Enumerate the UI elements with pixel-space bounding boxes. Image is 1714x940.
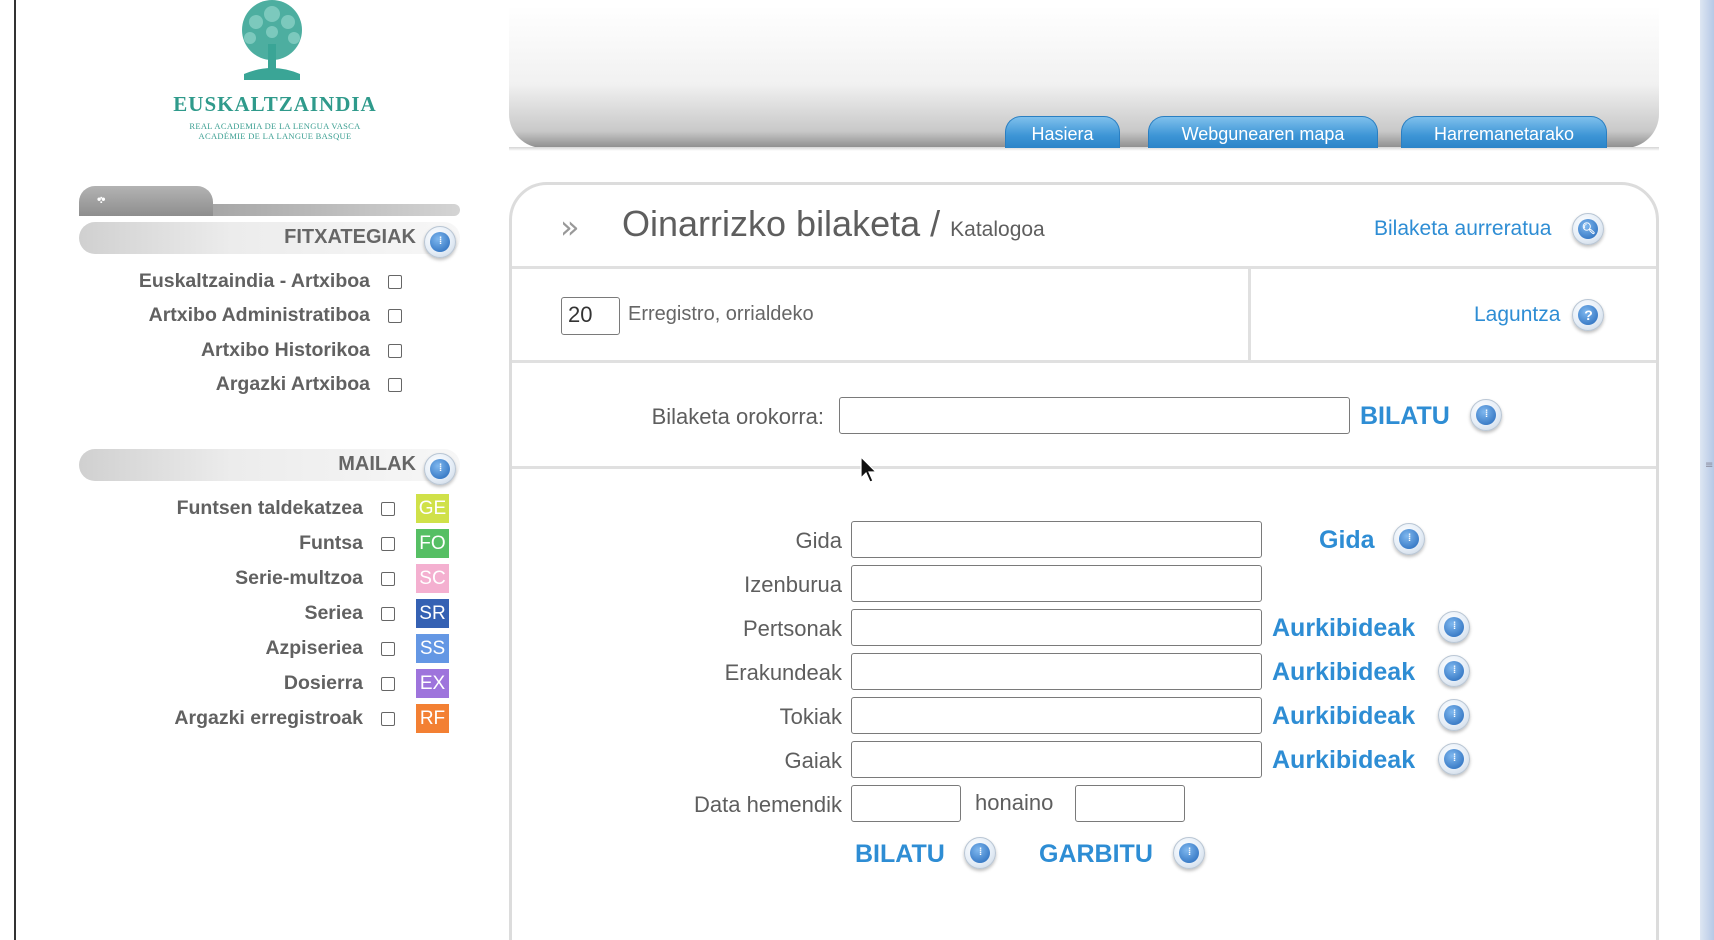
sidebar-tab-dots-icon: •:•	[97, 192, 106, 206]
maila-label-ex: Dosierra	[283, 672, 363, 694]
gida-info-icon[interactable]: ⁞	[1393, 523, 1425, 555]
records-per-page-input[interactable]: 20	[561, 297, 620, 335]
date-to-label: honaino	[975, 790, 1054, 815]
fitxategi-label-argazki: Argazki Artxiboa	[215, 373, 370, 395]
maila-label-rf: Argazki erregistroak	[174, 707, 363, 729]
sidebar-tab[interactable]: •:•	[79, 186, 213, 216]
magnifier-icon[interactable]: 🔍︎	[1572, 213, 1604, 245]
page-title: Oinarrizko bilaketa / Katalogoa	[622, 203, 1045, 245]
field-input-erakundeak[interactable]	[851, 653, 1262, 690]
fitxategi-label-administratiboa: Artxibo Administratiboa	[148, 304, 370, 326]
maila-badge-ss: SS	[416, 634, 449, 663]
maila-label-sr: Seriea	[304, 602, 363, 624]
field-input-gaiak[interactable]	[851, 741, 1262, 778]
gaiak-index-link[interactable]: Aurkibideak	[1272, 746, 1415, 775]
panel-divider-2	[512, 360, 1656, 363]
nav-tab-webgunearen-mapa[interactable]: Webgunearen mapa	[1148, 116, 1378, 148]
field-label-gida: Gida	[795, 528, 842, 553]
general-search-label: Bilaketa orokorra:	[651, 404, 824, 429]
garbitu-button[interactable]: GARBITU	[1039, 840, 1153, 869]
maila-checkbox-ss[interactable]	[381, 642, 395, 656]
panel-divider-1	[512, 266, 1656, 269]
maila-checkbox-rf[interactable]	[381, 712, 395, 726]
date-from-label: Data hemendik	[694, 792, 842, 817]
date-from-input[interactable]	[851, 785, 961, 822]
field-label-pertsonak: Pertsonak	[742, 616, 842, 641]
tokiak-info-icon[interactable]: ⁞	[1438, 699, 1470, 731]
mailak-info-icon[interactable]: ⁞	[424, 453, 456, 485]
maila-label-ss: Azpiseriea	[265, 637, 363, 659]
panel-divider-3	[512, 466, 1656, 469]
search-panel	[509, 182, 1659, 940]
mailak-title: MAILAK	[338, 453, 416, 475]
maila-label-ge: Funtsen taldekatzea	[176, 497, 363, 519]
bilatu-icon[interactable]: ⁞	[964, 837, 996, 869]
advanced-search-link[interactable]: Bilaketa aurreratua	[1374, 217, 1551, 241]
date-to-input[interactable]	[1075, 785, 1185, 822]
maila-badge-ex: EX	[416, 669, 449, 698]
maila-checkbox-sr[interactable]	[381, 607, 395, 621]
title-arrow-icon: »	[560, 208, 580, 246]
fitxategi-checkbox-argazki[interactable]	[388, 378, 402, 392]
field-label-gaiak: Gaiak	[784, 748, 842, 773]
mouse-cursor-icon	[860, 456, 878, 483]
fitxategi-checkbox-euskaltzaindia[interactable]	[388, 275, 402, 289]
nav-tab-hasiera[interactable]: Hasiera	[1005, 116, 1120, 148]
field-label-tokiak: Tokiak	[779, 704, 842, 729]
gaiak-info-icon[interactable]: ⁞	[1438, 743, 1470, 775]
maila-checkbox-ex[interactable]	[381, 677, 395, 691]
pertsonak-index-link[interactable]: Aurkibideak	[1272, 614, 1415, 643]
maila-checkbox-fo[interactable]	[381, 537, 395, 551]
tokiak-index-link[interactable]: Aurkibideak	[1272, 702, 1415, 731]
maila-badge-fo: FO	[416, 529, 449, 558]
logo-name: EUSKALTZAINDIA	[173, 92, 377, 116]
fitxategi-checkbox-administratiboa[interactable]	[388, 309, 402, 323]
logo-subtitle-fr: ACADÉMIE DE LA LANGUE BASQUE	[198, 131, 352, 141]
maila-badge-sc: SC	[416, 564, 449, 593]
maila-checkbox-sc[interactable]	[381, 572, 395, 586]
help-icon[interactable]: ?	[1572, 299, 1604, 331]
fitxategiak-info-icon[interactable]: ⁞	[424, 226, 456, 258]
logo-subtitle-es: REAL ACADEMIA DE LA LENGUA VASCA	[189, 121, 361, 131]
maila-badge-sr: SR	[416, 599, 449, 628]
field-label-izenburua: Izenburua	[744, 572, 842, 597]
bilatu-button[interactable]: BILATU	[855, 840, 945, 869]
general-search-button[interactable]: BILATU	[1360, 402, 1450, 431]
field-input-pertsonak[interactable]	[851, 609, 1262, 646]
maila-badge-rf: RF	[416, 704, 449, 733]
help-link[interactable]: Laguntza	[1474, 303, 1560, 327]
field-input-tokiak[interactable]	[851, 697, 1262, 734]
pertsonak-info-icon[interactable]: ⁞	[1438, 611, 1470, 643]
fitxategi-label-euskaltzaindia: Euskaltzaindia - Artxiboa	[138, 270, 370, 292]
fitxategiak-title: FITXATEGIAK	[284, 226, 416, 248]
maila-label-sc: Serie-multzoa	[235, 567, 363, 589]
panel-vdivider	[1248, 269, 1251, 361]
logo-tree-icon	[242, 0, 302, 80]
garbitu-icon[interactable]: ⁞	[1173, 837, 1205, 869]
scroll-grip-icon: ≡	[1705, 460, 1714, 471]
window-scrollbar[interactable]: ≡	[1700, 0, 1714, 940]
maila-badge-ge: GE	[416, 494, 449, 523]
fitxategi-label-historikoa: Artxibo Historikoa	[200, 339, 370, 361]
general-search-info-icon[interactable]: ⁞	[1470, 399, 1502, 431]
gida-link[interactable]: Gida	[1319, 526, 1375, 555]
maila-label-fo: Funtsa	[299, 532, 363, 554]
page-subtitle: Katalogoa	[950, 218, 1045, 241]
page-left-border	[14, 0, 16, 940]
fitxategi-checkbox-historikoa[interactable]	[388, 344, 402, 358]
erakundeak-index-link[interactable]: Aurkibideak	[1272, 658, 1415, 687]
general-search-input[interactable]	[839, 397, 1350, 434]
records-per-page-label: Erregistro, orrialdeko	[628, 303, 814, 325]
field-label-erakundeak: Erakundeak	[724, 660, 842, 685]
field-input-gida[interactable]	[851, 521, 1262, 558]
erakundeak-info-icon[interactable]: ⁞	[1438, 655, 1470, 687]
field-input-izenburua[interactable]	[851, 565, 1262, 602]
maila-checkbox-ge[interactable]	[381, 502, 395, 516]
page-title-text: Oinarrizko bilaketa /	[622, 203, 941, 244]
nav-tab-harremanetarako[interactable]: Harremanetarako	[1401, 116, 1607, 148]
